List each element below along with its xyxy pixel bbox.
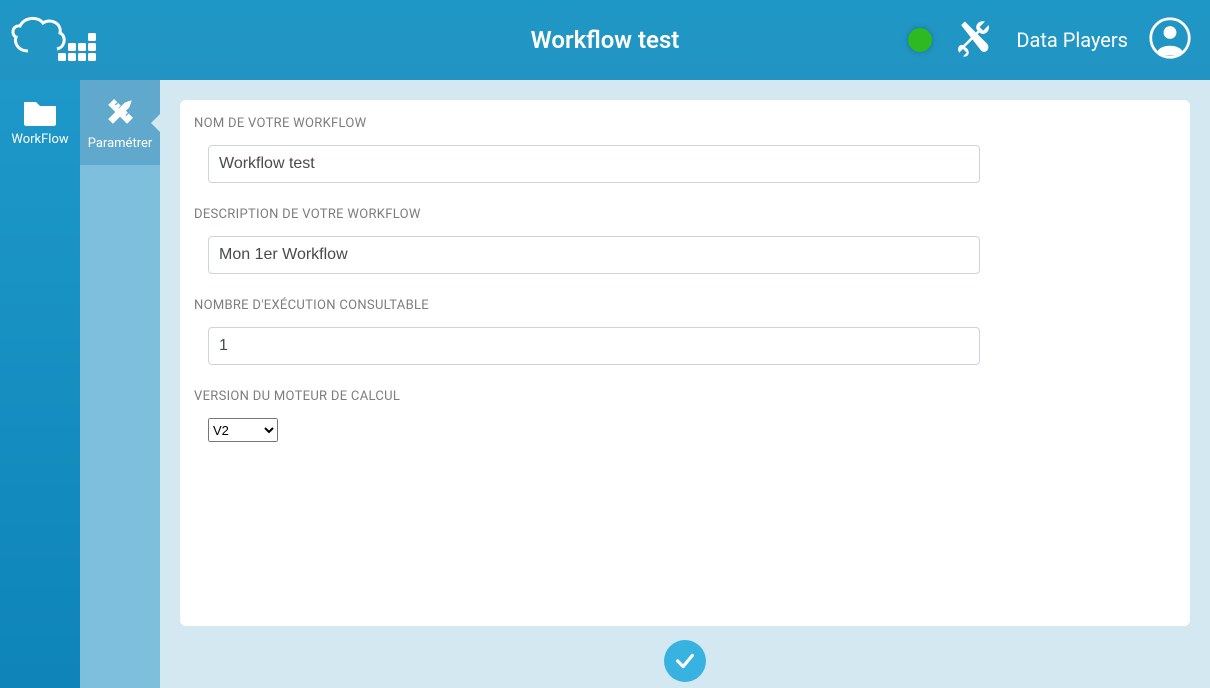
confirm-button[interactable] — [664, 640, 706, 682]
workflow-name-input[interactable] — [208, 145, 980, 183]
tools-icon — [952, 16, 996, 60]
card-footer — [180, 626, 1190, 688]
exec-count-input[interactable] — [208, 327, 980, 365]
main-content: NOM DE VOTRE WORKFLOW DESCRIPTION DE VOT… — [160, 80, 1210, 688]
app-logo[interactable] — [5, 10, 110, 70]
subsidebar-item-params[interactable]: Paramétrer — [80, 80, 160, 165]
workflow-name-label: NOM DE VOTRE WORKFLOW — [194, 116, 984, 131]
subsidebar-item-label: Paramétrer — [88, 136, 153, 151]
cloud-logo-icon — [8, 13, 108, 67]
page-title: Workflow test — [531, 26, 680, 54]
settings-form: NOM DE VOTRE WORKFLOW DESCRIPTION DE VOT… — [194, 116, 984, 442]
ruler-pencil-icon — [99, 92, 141, 132]
engine-version-select[interactable]: V2 — [208, 418, 278, 442]
brand-label: Data Players — [1016, 28, 1128, 52]
workflow-description-input[interactable] — [208, 236, 980, 274]
settings-card: NOM DE VOTRE WORKFLOW DESCRIPTION DE VOT… — [180, 100, 1190, 626]
status-indicator[interactable] — [908, 28, 932, 52]
profile-button[interactable] — [1148, 16, 1192, 64]
sidebar-item-workflow[interactable]: WorkFlow — [0, 80, 80, 157]
user-circle-icon — [1148, 16, 1192, 60]
workflow-description-label: DESCRIPTION DE VOTRE WORKFLOW — [194, 207, 984, 222]
engine-version-label: VERSION DU MOTEUR DE CALCUL — [194, 389, 984, 404]
header-right: Data Players — [908, 16, 1210, 64]
exec-count-label: NOMBRE D'EXÉCUTION CONSULTABLE — [194, 298, 984, 313]
tools-button[interactable] — [952, 16, 996, 64]
primary-sidebar: WorkFlow — [0, 80, 80, 688]
app-header: Workflow test Data Players — [0, 0, 1210, 80]
folder-icon — [22, 96, 58, 128]
sidebar-item-label: WorkFlow — [11, 132, 68, 147]
secondary-sidebar: Paramétrer — [80, 80, 160, 688]
check-icon — [674, 650, 696, 672]
main-body: WorkFlow Paramétrer — [0, 80, 1210, 688]
